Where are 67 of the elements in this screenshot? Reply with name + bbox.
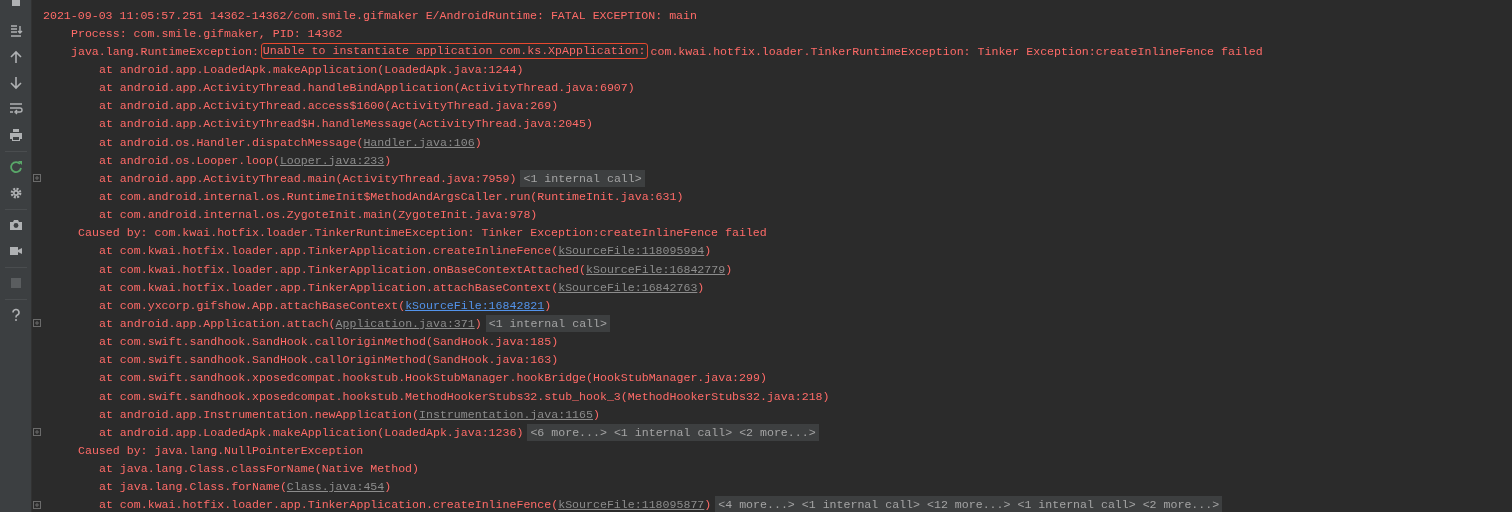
expand-icon[interactable] (33, 319, 41, 328)
log-text: Caused by: com.kwai.hotfix.loader.TinkerRuntimeException: Tinker Exception:createInlineFence failed (78, 225, 767, 241)
highlighted-text: Unable to instantiate application com.ks.XpApplication: (260, 43, 648, 60)
log-text: at android.app.LoadedApk.makeApplication(LoadedApk.java:1244) (99, 62, 524, 77)
log-text: java.lang.RuntimeException: (71, 43, 259, 59)
log-text: ) (474, 315, 482, 331)
log-text: ) (384, 479, 392, 495)
log-text: ) (384, 152, 392, 168)
log-text: com.kwai.hotfix.loader.TinkerRuntimeException: Tinker Exception:createInlineFence failed (650, 43, 1263, 59)
print-icon[interactable] (8, 128, 23, 142)
expand-icon[interactable] (33, 428, 41, 437)
log-text: at com.kwai.hotfix.loader.app.TinkerApplication.createInlineFence( (99, 243, 559, 259)
source-link[interactable]: Handler.java:106 (363, 134, 475, 150)
source-link[interactable]: Class.java:454 (286, 479, 385, 495)
log-text: ) (593, 406, 600, 422)
log-text: ) (725, 261, 733, 277)
folded-calls-button[interactable]: <4 more...> <1 internal call> <12 more...> <1 internal call> <2 more...> (715, 496, 1223, 512)
log-text: ) (704, 243, 712, 259)
log-text: at com.android.internal.os.RuntimeInit$MethodAndArgsCaller.run(RuntimeInit.java:631) (99, 188, 684, 204)
camera-icon[interactable] (8, 218, 23, 232)
log-text: at java.lang.Class.classForName(Native Method) (99, 461, 420, 477)
source-link[interactable]: kSourceFile:118095994 (558, 243, 705, 259)
folded-calls-button[interactable]: <1 internal call> (485, 314, 610, 332)
source-link[interactable]: kSourceFile:16842763 (558, 279, 698, 295)
log-text: at android.app.ActivityThread.main(ActivityThread.java:7959) (99, 170, 517, 186)
source-link[interactable]: Application.java:371 (335, 315, 475, 331)
log-text: ) (704, 497, 712, 512)
log-text: at com.swift.sandhook.xposedcompat.hookstub.MethodHookerStubs32.stub_hook_3(MethodHookerStubs32.java:218) (99, 388, 830, 404)
log-text: at android.app.ActivityThread.handleBindApplication(ActivityThread.java:6907) (99, 80, 635, 96)
up-arrow-icon[interactable] (8, 50, 23, 64)
source-link[interactable]: kSourceFile:16842779 (586, 261, 726, 277)
expand-icon[interactable] (33, 500, 41, 509)
log-text: at com.kwai.hotfix.loader.app.TinkerApplication.createInlineFence( (99, 497, 559, 512)
log-text: Caused by: java.lang.NullPointerException (78, 442, 364, 458)
log-text: ) (544, 297, 552, 313)
restart-icon[interactable] (8, 160, 23, 174)
log-text: at android.app.Instrumentation.newApplication( (99, 406, 420, 422)
log-text: at java.lang.Class.forName( (99, 479, 287, 495)
log-text: at com.swift.sandhook.xposedcompat.hookstub.HookStubManager.hookBridge(HookStubManager.java:299) (99, 370, 767, 386)
down-arrow-icon[interactable] (8, 76, 23, 90)
source-link[interactable]: kSourceFile:16842821 (405, 297, 545, 313)
log-text: at com.android.internal.os.ZygoteInit.main(ZygoteInit.java:978) (99, 207, 538, 223)
log-text: at com.kwai.hotfix.loader.app.TinkerApplication.onBaseContextAttached( (99, 261, 587, 277)
log-text: at android.app.Application.attach( (99, 315, 336, 331)
video-camera-icon[interactable] (8, 244, 23, 258)
log-text: 2021-09-03 11:05:57.251 14362-14362/com.smile.gifmaker E/AndroidRuntime: FATAL EXCEPTION: main (43, 7, 697, 23)
folded-calls-button[interactable]: <6 more...> <1 internal call> <2 more...> (527, 423, 819, 441)
scroll-to-end-icon[interactable] (8, 24, 23, 38)
log-text: at com.swift.sandhook.SandHook.callOriginMethod(SandHook.java:185) (99, 334, 559, 350)
log-text: at android.app.ActivityThread$H.handleMessage(ActivityThread.java:2045) (99, 116, 593, 132)
source-link[interactable]: Looper.java:233 (279, 152, 385, 168)
log-text: Process: com.smile.gifmaker, PID: 14362 (71, 25, 343, 41)
log-text: at com.kwai.hotfix.loader.app.TinkerApplication.attachBaseContext( (99, 279, 559, 295)
log-text: at android.app.LoadedApk.makeApplication(LoadedApk.java:1236) (99, 424, 524, 440)
soft-wrap-icon[interactable] (8, 102, 23, 116)
source-link[interactable]: kSourceFile:118095877 (558, 497, 705, 512)
log-text: at com.yxcorp.gifshow.App.attachBaseContext( (99, 297, 406, 313)
log-text: at android.os.Looper.loop( (99, 152, 280, 168)
log-text: at com.swift.sandhook.SandHook.callOriginMethod(SandHook.java:163) (99, 352, 559, 368)
source-link[interactable]: Instrumentation.java:1165 (419, 406, 593, 422)
settings-icon[interactable] (8, 186, 23, 200)
log-text: ) (474, 134, 482, 150)
log-text: ) (697, 279, 705, 295)
folded-calls-button[interactable]: <1 internal call> (520, 169, 645, 187)
expand-icon[interactable] (33, 174, 41, 183)
log-text: at android.app.ActivityThread.access$1600(ActivityThread.java:269) (99, 98, 559, 114)
log-text: at android.os.Handler.dispatchMessage( (99, 134, 364, 150)
